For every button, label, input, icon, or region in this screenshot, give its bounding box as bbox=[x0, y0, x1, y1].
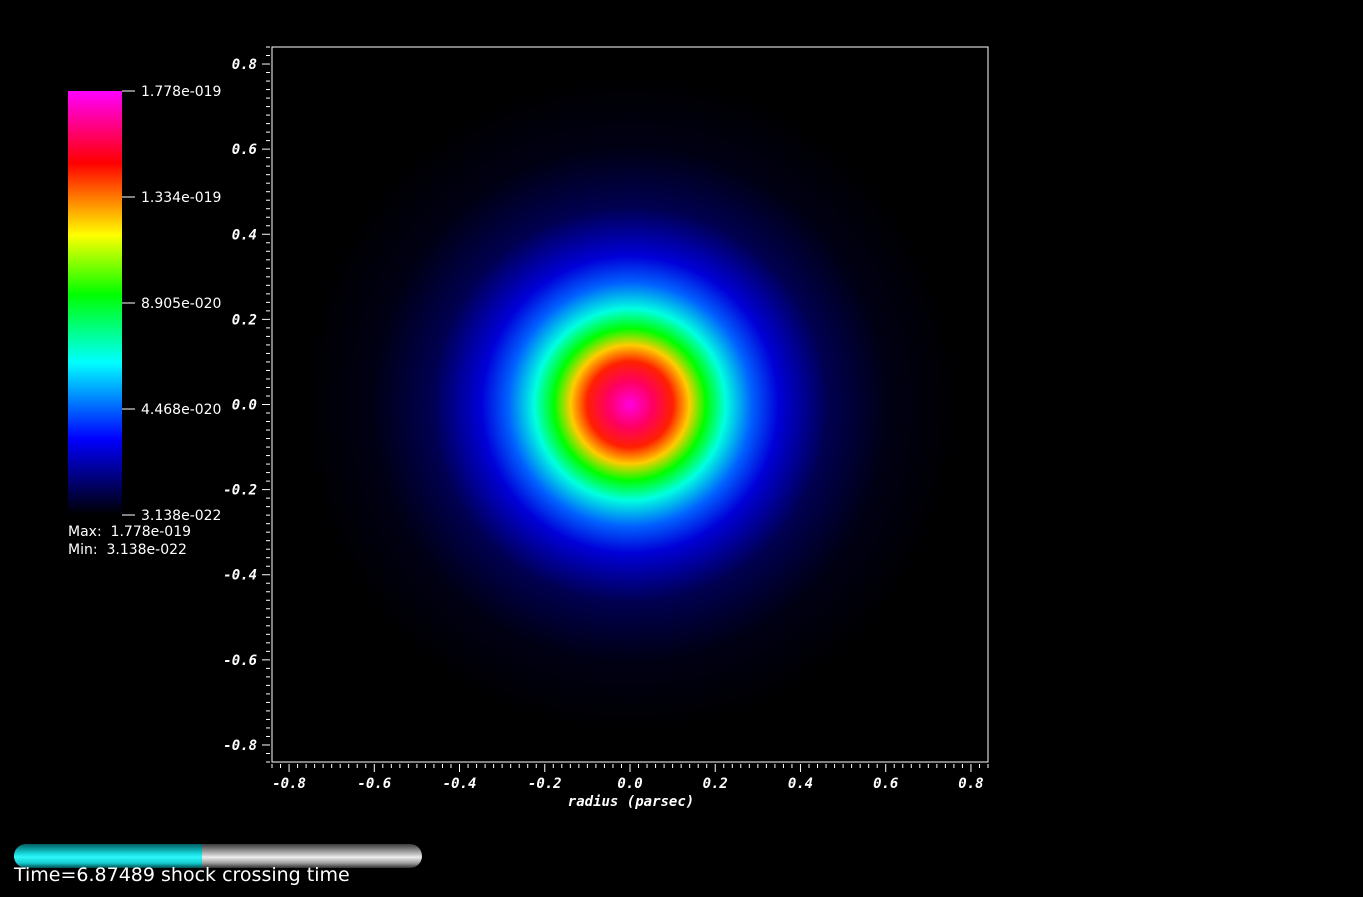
colorbar bbox=[68, 91, 122, 515]
x-axis-ticks: -0.8 -0.6 -0.4 -0.2 0.0 0.2 0.4 0.6 0.8 bbox=[271, 764, 989, 792]
y-tick-label: 0.8 bbox=[232, 57, 257, 73]
time-label: Time=6.87489 shock crossing time bbox=[14, 864, 350, 886]
y-tick-label: -0.8 bbox=[223, 738, 257, 754]
x-tick-label: 0.0 bbox=[617, 776, 642, 792]
y-tick-label: 0.0 bbox=[232, 398, 257, 414]
density-field bbox=[300, 74, 960, 735]
colorbar-tick-label: 3.138e-022 bbox=[141, 508, 221, 524]
y-tick-label: -0.4 bbox=[223, 568, 257, 584]
y-tick-label: -0.2 bbox=[223, 483, 257, 499]
x-tick-label: 0.6 bbox=[873, 776, 898, 792]
y-tick-label: 0.2 bbox=[232, 312, 257, 328]
x-tick-label: 0.4 bbox=[788, 776, 813, 792]
x-tick-label: 0.8 bbox=[958, 776, 983, 792]
density-blob bbox=[300, 74, 960, 735]
x-tick-label: -0.4 bbox=[443, 776, 477, 792]
colorbar-tick-label: 1.778e-019 bbox=[141, 84, 221, 100]
colorbar-tick-label: 8.905e-020 bbox=[141, 296, 221, 312]
x-tick-label: -0.2 bbox=[528, 776, 562, 792]
y-axis-ticks: 0.8 0.6 0.4 0.2 0.0 -0.2 -0.4 -0.6 -0.8 bbox=[223, 46, 270, 763]
x-axis-title: radius (parsec) bbox=[568, 794, 694, 810]
x-tick-label: -0.8 bbox=[272, 776, 306, 792]
y-tick-label: 0.6 bbox=[232, 142, 257, 158]
y-tick-label: 0.4 bbox=[232, 227, 257, 243]
x-tick-label: 0.2 bbox=[703, 776, 728, 792]
colorbar-tick-label: 4.468e-020 bbox=[141, 402, 221, 418]
max-readout: Max: 1.778e-019 bbox=[68, 524, 192, 540]
colorbar-tick-label: 1.334e-019 bbox=[141, 190, 221, 206]
x-tick-label: -0.6 bbox=[357, 776, 391, 792]
min-readout: Min: 3.138e-022 bbox=[68, 542, 187, 558]
y-tick-label: -0.6 bbox=[223, 653, 257, 669]
plot-canvas: -0.8 -0.6 -0.4 -0.2 0.0 0.2 0.4 0.6 0.8 0.80.60.… bbox=[68, 46, 989, 810]
colorbar-ticks: 1.778e-019 1.334e-019 8.905e-020 4.468e-020… bbox=[122, 84, 221, 524]
